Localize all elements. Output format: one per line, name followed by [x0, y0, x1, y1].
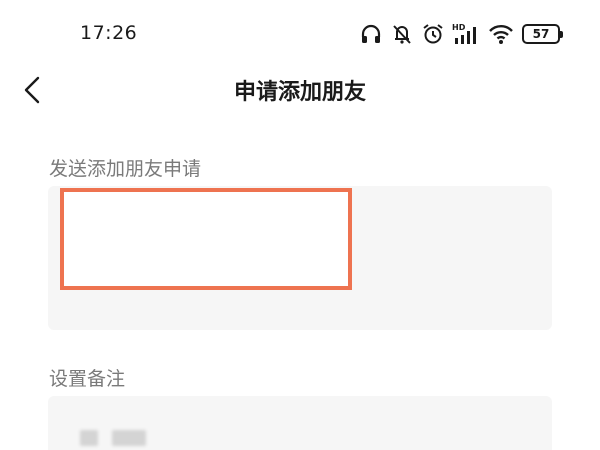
hd-signal-icon: HD [452, 23, 476, 44]
blurred-text [112, 430, 146, 446]
nav-bar: 申请添加朋友 [0, 66, 600, 114]
status-bar: 17:26 HD 57 [0, 0, 600, 66]
hd-label: HD [452, 23, 466, 32]
battery-level: 57 [532, 27, 550, 41]
screen: 17:26 HD 57 申请添加朋友 发送添加朋友申请 设置备注 [0, 0, 600, 450]
wifi-icon [489, 25, 513, 44]
remark-section-label: 设置备注 [49, 368, 126, 390]
mute-icon [393, 25, 411, 44]
status-time: 17:26 [80, 22, 138, 44]
blurred-text [80, 430, 98, 446]
request-message-input[interactable] [48, 186, 552, 330]
page-title: 申请添加朋友 [233, 80, 366, 105]
battery-icon: 57 [522, 24, 563, 44]
headphones-icon [361, 24, 381, 43]
request-section-label: 发送添加朋友申请 [49, 158, 202, 180]
alarm-icon [423, 24, 443, 44]
status-icons: HD 57 [360, 20, 563, 48]
